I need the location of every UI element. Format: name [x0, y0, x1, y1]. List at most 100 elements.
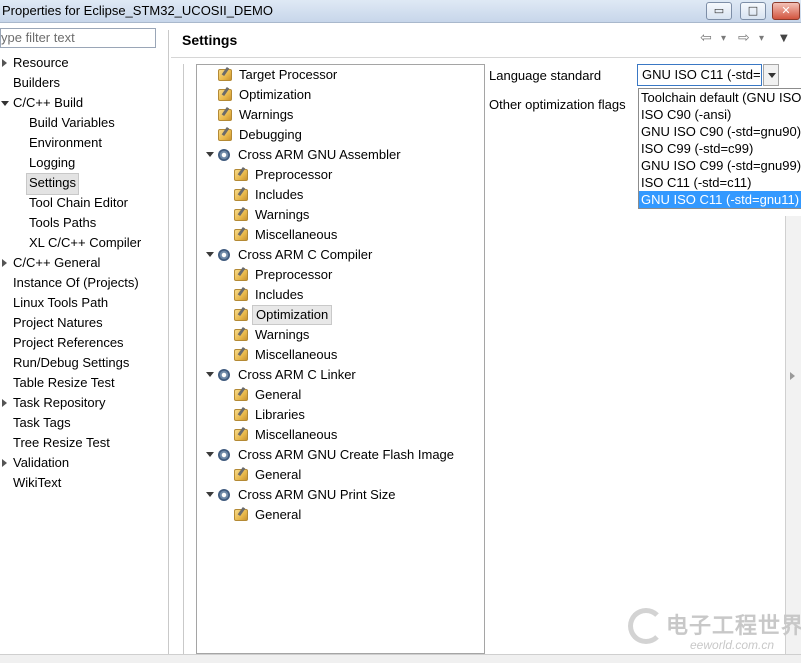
back-menu-chevron-icon[interactable]: ▾: [721, 33, 726, 44]
dropdown-option[interactable]: Toolchain default (GNU ISO: [639, 89, 801, 106]
gear-icon: [218, 449, 230, 461]
nav-item-tool-chain-editor[interactable]: Tool Chain Editor: [29, 193, 128, 213]
vertical-scrollbar[interactable]: [785, 216, 801, 654]
tree-item[interactable]: Warnings: [218, 105, 296, 125]
nav-item-tree-resize-test[interactable]: Tree Resize Test: [13, 433, 110, 453]
dropdown-option[interactable]: ISO C90 (-ansi): [639, 106, 801, 123]
tree-item-label: Warnings: [255, 327, 310, 342]
nav-item-linux-tools-path[interactable]: Linux Tools Path: [13, 293, 108, 313]
nav-item-project-references[interactable]: Project References: [13, 333, 124, 353]
gear-icon: [218, 249, 230, 261]
tree-item[interactable]: Includes: [234, 185, 306, 205]
nav-item-xl-c-c-compiler[interactable]: XL C/C++ Compiler: [29, 233, 141, 253]
view-menu-icon[interactable]: ▼: [780, 33, 788, 44]
tree-item-label: Preprocessor: [255, 267, 333, 282]
eeworld-watermark: 电子工程世界 eeworld.com.cn: [628, 604, 801, 660]
close-button[interactable]: ✕: [772, 2, 800, 20]
dropdown-option[interactable]: GNU ISO C99 (-std=gnu99): [639, 157, 801, 174]
minimize-button[interactable]: ▭: [706, 2, 732, 20]
nav-item-project-natures[interactable]: Project Natures: [13, 313, 103, 333]
tree-item[interactable]: Libraries: [234, 405, 308, 425]
tree-item-label: Preprocessor: [255, 167, 333, 182]
tool-settings-icon: [234, 429, 248, 441]
tree-item-label: Includes: [255, 287, 304, 302]
tool-settings-icon: [234, 329, 248, 341]
tree-item[interactable]: Includes: [234, 285, 306, 305]
tree-item[interactable]: Cross ARM GNU Create Flash Image: [206, 445, 457, 465]
gear-icon: [218, 369, 230, 381]
tree-item-label: Optimization: [252, 305, 333, 325]
forward-arrow-icon[interactable]: ⇨: [738, 30, 750, 46]
tool-settings-icon: [234, 269, 248, 281]
scroll-arrow-icon[interactable]: [790, 372, 795, 380]
tree-item[interactable]: Preprocessor: [234, 265, 335, 285]
tool-settings-icon: [234, 309, 248, 321]
nav-item-run-debug-settings[interactable]: Run/Debug Settings: [13, 353, 129, 373]
language-standard-dropdown: Toolchain default (GNU ISO ISO C90 (-ansi…: [638, 88, 801, 209]
tree-item[interactable]: Warnings: [234, 325, 312, 345]
nav-item-c-c-build[interactable]: C/C++ Build: [13, 93, 83, 113]
tree-item-label: Cross ARM GNU Print Size: [238, 487, 396, 502]
collapse-arrow-icon[interactable]: [206, 252, 214, 257]
tree-outer-border: [183, 64, 184, 654]
dropdown-option[interactable]: GNU ISO C90 (-std=gnu90): [639, 123, 801, 140]
nav-item-validation[interactable]: Validation: [13, 453, 69, 473]
dropdown-option[interactable]: ISO C11 (-std=c11): [639, 174, 801, 191]
tree-item[interactable]: Optimization: [218, 85, 314, 105]
nav-item-c-c-general[interactable]: C/C++ General: [13, 253, 100, 273]
tree-item[interactable]: Cross ARM C Compiler: [206, 245, 375, 265]
tool-settings-tree: Target Processor Optimization Warnings Debu…: [196, 64, 485, 654]
nav-item-tools-paths[interactable]: Tools Paths: [29, 213, 96, 233]
tree-item[interactable]: Miscellaneous: [234, 425, 340, 445]
nav-item-resource[interactable]: Resource: [13, 53, 69, 73]
tool-settings-icon: [234, 189, 248, 201]
nav-separator: [168, 30, 169, 654]
tree-item[interactable]: Miscellaneous: [234, 345, 340, 365]
collapse-arrow-icon[interactable]: [206, 372, 214, 377]
nav-item-instance-of-projects[interactable]: Instance Of (Projects): [13, 273, 139, 293]
collapse-arrow-icon[interactable]: [206, 452, 214, 457]
nav-item-build-variables[interactable]: Build Variables: [29, 113, 115, 133]
maximize-button[interactable]: □: [740, 2, 766, 20]
tree-item[interactable]: General: [234, 505, 304, 525]
tree-item[interactable]: Cross ARM GNU Assembler: [206, 145, 404, 165]
collapse-arrow-icon[interactable]: [206, 492, 214, 497]
expand-arrow-right-icon[interactable]: [2, 459, 7, 467]
expand-arrow-right-icon[interactable]: [2, 59, 7, 67]
nav-item-environment[interactable]: Environment: [29, 133, 102, 153]
window-title: Properties for Eclipse_STM32_UCOSII_DEMO: [2, 3, 273, 18]
tree-item-label: General: [255, 387, 302, 402]
expand-arrow-down-icon[interactable]: [1, 101, 9, 106]
collapse-arrow-icon[interactable]: [206, 152, 214, 157]
tree-item[interactable]: Target Processor: [218, 65, 340, 85]
tool-settings-icon: [234, 389, 248, 401]
tree-item[interactable]: Cross ARM C Linker: [206, 365, 359, 385]
tree-item[interactable]: General: [234, 465, 304, 485]
forward-menu-chevron-icon[interactable]: ▾: [759, 33, 764, 44]
tree-item[interactable]: General: [234, 385, 304, 405]
tree-item[interactable]: Preprocessor: [234, 165, 335, 185]
expand-arrow-right-icon[interactable]: [2, 259, 7, 267]
tree-item[interactable]: Optimization: [234, 305, 333, 325]
nav-item-settings[interactable]: Settings: [26, 173, 79, 195]
tree-item-label: Debugging: [239, 127, 302, 142]
filter-input[interactable]: ype filter text: [0, 28, 156, 48]
language-standard-combo[interactable]: GNU ISO C11 (-std=: [637, 64, 762, 86]
tool-settings-icon: [234, 289, 248, 301]
nav-item-wikitext[interactable]: WikiText: [13, 473, 61, 493]
nav-item-task-tags[interactable]: Task Tags: [13, 413, 71, 433]
dropdown-option[interactable]: GNU ISO C11 (-std=gnu11): [639, 191, 801, 208]
nav-item-table-resize-test[interactable]: Table Resize Test: [13, 373, 115, 393]
expand-arrow-right-icon[interactable]: [2, 399, 7, 407]
tree-item[interactable]: Miscellaneous: [234, 225, 340, 245]
nav-item-builders[interactable]: Builders: [13, 73, 60, 93]
combo-dropdown-button[interactable]: [763, 64, 779, 86]
tree-item-label: Target Processor: [239, 67, 338, 82]
tree-item[interactable]: Cross ARM GNU Print Size: [206, 485, 398, 505]
nav-item-task-repository[interactable]: Task Repository: [13, 393, 105, 413]
back-arrow-icon[interactable]: ⇦: [700, 30, 712, 46]
nav-item-logging[interactable]: Logging: [29, 153, 75, 173]
tree-item[interactable]: Warnings: [234, 205, 312, 225]
tree-item[interactable]: Debugging: [218, 125, 305, 145]
dropdown-option[interactable]: ISO C99 (-std=c99): [639, 140, 801, 157]
